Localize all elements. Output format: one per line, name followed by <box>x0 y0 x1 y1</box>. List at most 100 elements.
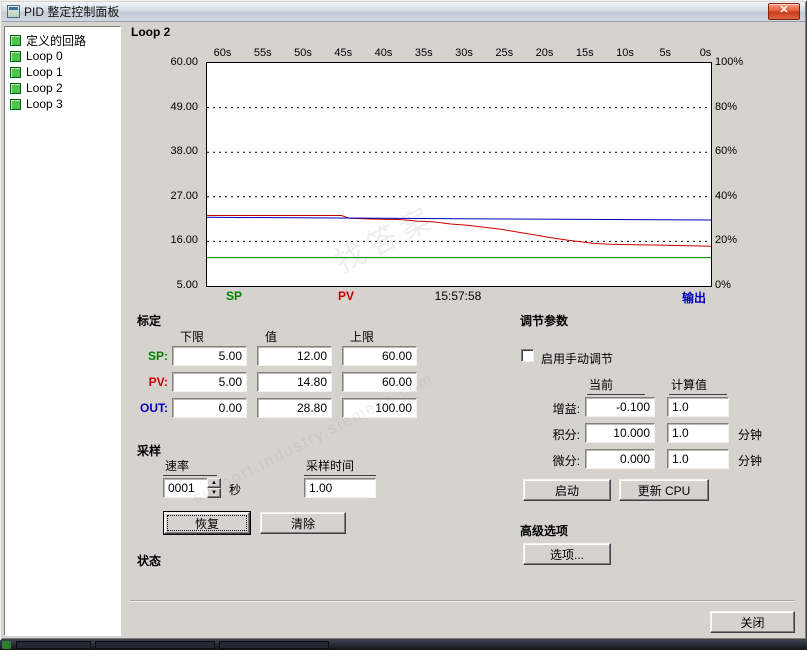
x-tick-label: 45s <box>334 47 353 59</box>
derivative-unit-label: 分钟 <box>738 454 763 468</box>
advanced-title: 高级选项 <box>520 524 569 538</box>
y-tick-left-label: 60.00 <box>170 56 198 68</box>
loop-block-icon <box>10 50 21 62</box>
x-tick-label: 5s <box>659 47 672 59</box>
sp-high-field[interactable] <box>342 346 417 366</box>
update-cpu-button[interactable]: 更新 CPU <box>619 479 709 501</box>
x-tick-label: 20s <box>535 47 554 59</box>
tree-item-label: Loop 2 <box>26 81 63 95</box>
out-low-field[interactable] <box>172 398 247 418</box>
y-tick-left-label: 38.00 <box>170 145 198 158</box>
col-head-high: 上限 <box>348 328 402 347</box>
status-title: 状态 <box>137 554 162 568</box>
tree-item-label: 定义的回路 <box>26 33 87 48</box>
x-tick-label: 30s <box>455 47 473 59</box>
sample-time-field[interactable] <box>304 478 376 498</box>
close-window-button[interactable]: ✕ <box>768 3 800 20</box>
close-icon: ✕ <box>779 4 789 16</box>
tree-item-loop-3[interactable]: Loop 3 <box>5 96 120 112</box>
loop-title: Loop 2 <box>131 25 171 39</box>
loop-block-icon <box>10 82 21 94</box>
sample-time-label: 采样时间 <box>304 457 376 476</box>
y-tick-right-label: 60% <box>715 145 738 158</box>
tree-item-loop-1[interactable]: Loop 1 <box>5 64 120 80</box>
separator <box>130 600 795 602</box>
window-title: PID 整定控制面板 <box>24 5 120 19</box>
close-dialog-button[interactable]: 关闭 <box>710 611 795 633</box>
col-head-value: 值 <box>263 328 317 347</box>
integral-unit-label: 分钟 <box>738 428 763 442</box>
sp-low-field[interactable] <box>172 346 247 366</box>
pv-row-label: PV: <box>148 375 168 389</box>
spin-up-icon: ▲ <box>211 480 217 486</box>
sp-value-field[interactable] <box>257 346 332 366</box>
rate-spin-down-button[interactable]: ▼ <box>207 488 221 498</box>
taskbar-start-fragment[interactable] <box>2 641 11 649</box>
pid-tuning-dialog: PID 整定控制面板 ✕ 定义的回路 Loop 0 Loop 1 Loop 2 … <box>0 0 807 640</box>
tree-item-label: Loop 0 <box>26 49 63 63</box>
loop-block-icon <box>10 66 21 78</box>
col-head-calculated: 计算值 <box>669 376 727 395</box>
tree-item-loop-2[interactable]: Loop 2 <box>5 80 120 96</box>
derivative-calculated-field[interactable] <box>667 449 729 469</box>
y-tick-right-label: 80% <box>715 100 738 113</box>
start-button[interactable]: 启动 <box>523 479 611 501</box>
integral-label: 积分: <box>552 428 580 442</box>
integral-calculated-field[interactable] <box>667 423 729 443</box>
gain-current-field[interactable] <box>585 397 655 417</box>
y-tick-left-label: 49.00 <box>170 100 198 113</box>
derivative-current-field[interactable] <box>585 449 655 469</box>
x-tick-label: 15s <box>575 47 594 59</box>
x-tick-label: 35s <box>414 47 433 59</box>
tree-item-defined-loops[interactable]: 定义的回路 <box>5 32 120 48</box>
y-tick-left-label: 16.00 <box>170 234 198 247</box>
loop-tree: 定义的回路 Loop 0 Loop 1 Loop 2 Loop 3 <box>4 26 121 636</box>
out-high-field[interactable] <box>342 398 417 418</box>
out-row-label: OUT: <box>140 401 168 415</box>
y-tick-right-label: 100% <box>715 56 744 68</box>
options-button[interactable]: 选项... <box>523 543 611 565</box>
col-head-low: 下限 <box>178 328 232 347</box>
x-tick-label: 0s <box>699 47 712 59</box>
y-tick-left-label: 5.00 <box>176 279 198 291</box>
x-tick-label: 55s <box>253 47 272 59</box>
loop-block-icon <box>10 98 21 110</box>
pv-low-field[interactable] <box>172 372 247 392</box>
gain-calculated-field[interactable] <box>667 397 729 417</box>
taskbar-button-fragment[interactable] <box>16 641 91 649</box>
manual-tuning-label: 启用手动调节 <box>541 352 614 366</box>
integral-current-field[interactable] <box>585 423 655 443</box>
manual-tuning-checkbox[interactable] <box>521 349 534 362</box>
tree-item-loop-0[interactable]: Loop 0 <box>5 48 120 64</box>
rate-spinbox: ▲ ▼ <box>163 478 221 498</box>
col-head-current: 当前 <box>587 376 645 395</box>
chart-timestamp: 15:57:58 <box>434 289 482 303</box>
sp-row-label: SP: <box>147 349 168 363</box>
x-tick-label: 50s <box>294 47 312 59</box>
rate-label: 速率 <box>163 457 217 476</box>
y-tick-right-label: 40% <box>715 189 738 202</box>
tree-item-label: Loop 1 <box>26 65 63 79</box>
derivative-label: 微分: <box>552 454 580 468</box>
rate-unit-label: 秒 <box>229 483 242 497</box>
taskbar-button-fragment[interactable] <box>219 641 329 649</box>
pv-high-field[interactable] <box>342 372 417 392</box>
x-tick-label: 25s <box>495 47 514 59</box>
scaling-title: 标定 <box>137 314 162 328</box>
titlebar: PID 整定控制面板 ✕ <box>2 2 805 22</box>
rate-input[interactable] <box>163 478 208 498</box>
chart-plot <box>206 62 712 287</box>
restore-button[interactable]: 恢复 <box>164 512 250 534</box>
y-tick-right-label: 0% <box>715 279 731 291</box>
x-tick-label: 60s <box>213 47 232 59</box>
out-value-field[interactable] <box>257 398 332 418</box>
loop-block-icon <box>10 34 21 46</box>
taskbar-button-fragment[interactable] <box>95 641 215 649</box>
rate-spin-up-button[interactable]: ▲ <box>207 478 221 488</box>
x-tick-label: 40s <box>374 47 393 59</box>
app-icon <box>7 5 20 18</box>
pv-value-field[interactable] <box>257 372 332 392</box>
clear-button[interactable]: 清除 <box>260 512 346 534</box>
x-tick-label: 10s <box>616 47 634 59</box>
tuning-title: 调节参数 <box>520 314 569 328</box>
